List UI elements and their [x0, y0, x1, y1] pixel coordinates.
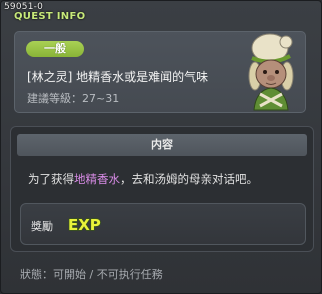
- quest-status: 狀態：可開始 / 不可执行任務: [20, 268, 163, 281]
- exp-icon: EXP: [67, 215, 101, 234]
- description-text-before: 为了获得: [28, 172, 74, 186]
- reward-label: 獎勵: [31, 220, 53, 233]
- reward-box: 獎勵 EXP: [20, 203, 306, 245]
- quest-level-range: 建議等級：27~31: [27, 92, 120, 105]
- exp-text: EXP: [68, 216, 101, 234]
- quest-name: [林之灵] 地精香水或是难闻的气味: [27, 70, 209, 84]
- npc-portrait-icon: [248, 33, 294, 111]
- quest-item-name: 地精香水: [74, 172, 120, 186]
- description-text-after: ，去和汤姆的母亲对话吧。: [120, 172, 258, 186]
- quest-content-panel: 内容 为了获得地精香水，去和汤姆的母亲对话吧。 獎勵 EXP: [10, 126, 314, 252]
- quest-category-badge: 一般: [26, 41, 84, 57]
- quest-info-window: 59051-0 QUEST INFO 一般 [林之灵] 地精香水或是难闻的气味 …: [0, 0, 322, 294]
- quest-description: 为了获得地精香水，去和汤姆的母亲对话吧。: [28, 171, 258, 187]
- window-title: QUEST INFO: [14, 11, 86, 22]
- content-header: 内容: [17, 134, 307, 156]
- quest-summary-panel: 一般 [林之灵] 地精香水或是难闻的气味 建議等級：27~31: [14, 31, 306, 113]
